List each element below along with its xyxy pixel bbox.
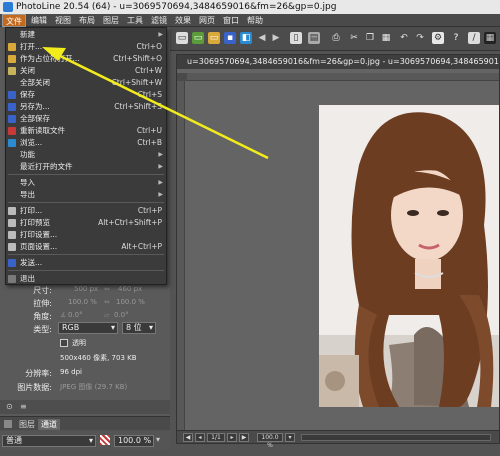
annotation-arrow bbox=[42, 47, 269, 160]
